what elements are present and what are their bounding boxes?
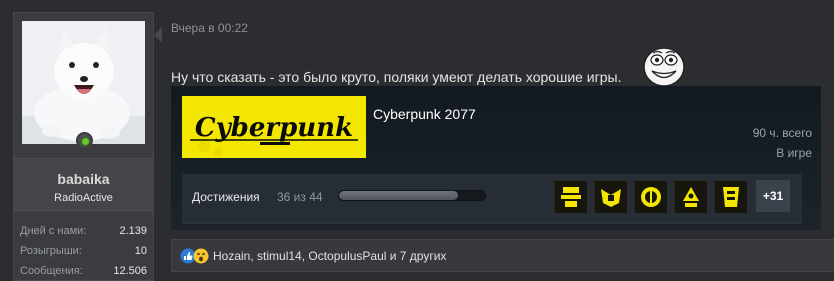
game-title[interactable]: Cyberpunk 2077: [373, 106, 476, 122]
widget-divider: [182, 222, 802, 224]
in-game-status: В игре: [776, 146, 812, 160]
achievements-panel: Достижения 36 из 44 +31: [182, 174, 802, 224]
reaction-users[interactable]: Hozain, stimul14, OctopulusPaul и 7 друг…: [213, 249, 446, 263]
hours-played: 90 ч. всего: [752, 126, 812, 140]
stat-row: Розыгрыши: 10: [20, 241, 147, 261]
user-info-panel: babaika RadioActive Дней с нами: 2.139 Р…: [13, 12, 154, 281]
post-text: Ну что сказать - это было круто, поляки …: [171, 69, 622, 85]
reactions-bar: Hozain, stimul14, OctopulusPaul и 7 друг…: [171, 239, 834, 272]
achievement-icon[interactable]: [714, 180, 747, 213]
stat-row: Сообщения: 12.506: [20, 261, 147, 281]
stat-value: 2.139: [119, 225, 147, 237]
user-name-plate: babaika RadioActive: [14, 158, 153, 211]
stat-row: Дней с нами: 2.139: [20, 221, 147, 241]
stat-value[interactable]: 12.506: [113, 261, 147, 281]
cyberpunk-logo: Cyberpunk: [182, 96, 366, 158]
stat-label: Сообщения:: [20, 265, 83, 277]
troll-smiley-icon: [643, 47, 685, 87]
game-banner[interactable]: Cyberpunk: [182, 96, 366, 158]
post-timestamp[interactable]: Вчера в 00:22: [171, 21, 248, 35]
post-pointer-arrow: [154, 27, 162, 43]
more-achievements-badge[interactable]: +31: [756, 180, 790, 212]
avatar[interactable]: [22, 21, 145, 144]
achievement-icon[interactable]: [634, 180, 667, 213]
reaction-icons[interactable]: [180, 248, 210, 264]
game-logo-text: Cyberpunk: [195, 113, 353, 143]
achievement-icon[interactable]: [674, 180, 707, 213]
stat-value[interactable]: 10: [135, 241, 147, 261]
online-status-icon: [76, 132, 93, 149]
like-icon: [180, 248, 196, 264]
achievement-icon[interactable]: [594, 180, 627, 213]
wow-emoji-icon: [193, 248, 209, 264]
achievements-progress-fill: [339, 191, 459, 200]
arctic-fox-image: [22, 21, 145, 144]
achievements-label: Достижения: [192, 190, 260, 204]
achievements-count: 36 из 44: [277, 190, 323, 204]
steam-game-widget[interactable]: Cyberpunk Cyberpunk 2077 90 ч. всего В и…: [171, 86, 821, 230]
achievements-progress-bar: [338, 190, 486, 201]
username[interactable]: babaika: [14, 171, 153, 187]
achievement-icon[interactable]: [554, 180, 587, 213]
achievement-icons: +31: [554, 180, 790, 213]
stat-label: Розыгрыши:: [20, 245, 82, 257]
stat-label: Дней с нами:: [20, 225, 87, 237]
user-title: RadioActive: [54, 192, 113, 204]
user-stats: Дней с нами: 2.139 Розыгрыши: 10 Сообщен…: [20, 221, 147, 281]
